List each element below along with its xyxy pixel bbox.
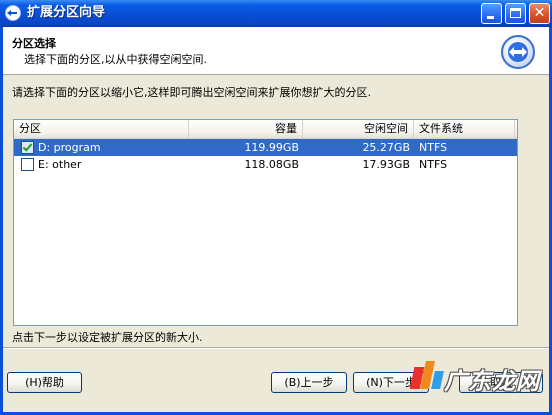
partition-name: D: program [38,141,101,154]
column-header-filesystem[interactable]: 文件系统 [414,120,515,138]
expand-partition-icon [501,35,535,69]
back-button[interactable]: (B)上一步 [271,372,347,393]
wizard-header: 分区选择 选择下面的分区,以从中获得空闲空间. [3,27,549,75]
title-bar[interactable]: 扩展分区向导 ✕ [0,0,552,27]
watermark-logo-icon [409,361,444,391]
column-header-partition[interactable]: 分区 [14,120,189,138]
row-checkbox[interactable] [21,141,34,154]
page-title: 分区选择 [12,37,56,50]
maximize-icon [510,8,521,18]
window-title: 扩展分区向导 [27,5,106,20]
row-checkbox[interactable] [21,158,34,171]
close-icon: ✕ [533,5,546,21]
help-button[interactable]: (H)帮助 [7,372,82,393]
partition-filesystem: NTFS [419,141,448,154]
list-header: 分区 容量 空闲空间 文件系统 [14,120,517,139]
partition-capacity: 118.08GB [244,158,299,171]
watermark: 广东龙网 [409,358,542,398]
partition-filesystem: NTFS [419,158,448,171]
app-icon [5,5,21,21]
divider [3,347,549,349]
partition-capacity: 119.99GB [244,141,299,154]
column-header-capacity[interactable]: 容量 [189,120,303,138]
maximize-button[interactable] [505,3,526,24]
close-button[interactable]: ✕ [529,3,550,24]
minimize-button[interactable] [481,3,502,24]
minimize-icon [487,16,494,19]
page-subtitle: 选择下面的分区,以从中获得空闲空间. [24,53,207,66]
column-header-free-space[interactable]: 空闲空间 [303,120,414,138]
table-row[interactable]: E: other 118.08GB 17.93GB NTFS [14,156,517,173]
wizard-window: 扩展分区向导 ✕ 分区选择 选择下面的分区,以从中获得空闲空间. 请选择下面的分… [0,0,552,415]
partition-free-space: 25.27GB [362,141,410,154]
partition-list[interactable]: 分区 容量 空闲空间 文件系统 D: program 119.99GB 25.2… [13,119,518,326]
watermark-text: 广东龙网 [444,369,540,395]
table-row[interactable]: D: program 119.99GB 25.27GB NTFS [14,139,517,156]
instruction-text: 请选择下面的分区以缩小它,这样即可腾出空闲空间来扩展你想扩大的分区. [12,86,371,99]
partition-name: E: other [38,158,82,171]
dialog-body: 分区选择 选择下面的分区,以从中获得空闲空间. 请选择下面的分区以缩小它,这样即… [3,27,549,412]
hint-text: 点击下一步以设定被扩展分区的新大小. [12,331,203,344]
partition-free-space: 17.93GB [362,158,410,171]
